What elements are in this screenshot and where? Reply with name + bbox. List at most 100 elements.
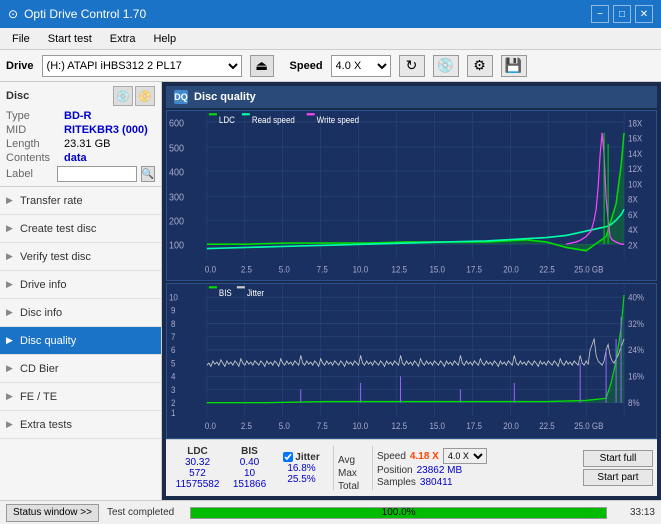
disc-header: Disc 💿 📀 (6, 86, 155, 106)
svg-text:Write speed: Write speed (317, 115, 360, 125)
titlebar-controls: − □ ✕ (591, 5, 653, 23)
stats-bis-total: 151866 (233, 479, 266, 490)
sidebar-item-disc-info[interactable]: ▶ Disc info (0, 299, 161, 327)
nav-arrow: ▶ (6, 223, 13, 234)
svg-text:18X: 18X (628, 118, 643, 128)
position-value: 23862 MB (417, 465, 463, 476)
disc-label-input[interactable] (57, 166, 137, 182)
sidebar-item-cd-bier[interactable]: ▶ CD Bier (0, 355, 161, 383)
speed-select[interactable]: 4.0 X (443, 448, 487, 464)
start-part-button[interactable]: Start part (583, 469, 653, 486)
menu-extra[interactable]: Extra (102, 31, 144, 47)
drivebar: Drive (H:) ATAPI iHBS312 2 PL17 ⏏ Speed … (0, 50, 661, 82)
svg-text:17.5: 17.5 (466, 421, 482, 431)
start-full-button[interactable]: Start full (583, 450, 653, 467)
svg-text:22.5: 22.5 (539, 421, 555, 431)
svg-text:8X: 8X (628, 194, 638, 204)
jitter-checkbox[interactable] (283, 452, 293, 462)
stats-label-avg: Avg (338, 455, 368, 468)
disc-type-row: Type BD-R (6, 110, 155, 122)
settings-icon-button[interactable]: ⚙ (467, 55, 493, 77)
svg-text:9: 9 (171, 305, 176, 315)
disc-icon-2[interactable]: 📀 (135, 86, 155, 106)
status-text: Test completed (107, 507, 174, 518)
app-icon: ⊙ (8, 7, 18, 21)
svg-text:12.5: 12.5 (392, 264, 408, 274)
disc-contents-key: Contents (6, 152, 64, 164)
nav-arrow: ▶ (6, 251, 13, 262)
stats-jitter-avg: 16.8% (287, 463, 315, 474)
progress-bar-container: 100.0% (190, 507, 607, 519)
disc-length-val: 23.31 GB (64, 138, 110, 150)
svg-text:5.0: 5.0 (279, 421, 290, 431)
menu-file[interactable]: File (4, 31, 38, 47)
svg-text:16%: 16% (628, 371, 644, 381)
nav-label-disc-quality: Disc quality (20, 335, 76, 347)
stats-right-info: Speed 4.18 X 4.0 X Position 23862 MB Sam… (377, 448, 487, 488)
stats-label-header (338, 442, 368, 455)
disc-length-key: Length (6, 138, 64, 150)
stats-ldc-avg: 30.32 (185, 457, 210, 468)
disc-mid-row: MID RITEKBR3 (000) (6, 124, 155, 136)
sidebar-item-verify-test-disc[interactable]: ▶ Verify test disc (0, 243, 161, 271)
svg-text:10X: 10X (628, 179, 643, 189)
stats-divider-2 (372, 446, 373, 490)
start-buttons: Start full Start part (583, 450, 653, 486)
svg-text:2.5: 2.5 (241, 421, 252, 431)
svg-text:LDC: LDC (219, 115, 235, 125)
status-window-button[interactable]: Status window >> (6, 504, 99, 522)
stats-divider-1 (333, 446, 334, 490)
samples-label: Samples (377, 477, 416, 488)
disc-contents-val: data (64, 152, 87, 164)
svg-text:4: 4 (171, 371, 176, 381)
svg-text:10.0: 10.0 (353, 264, 369, 274)
stats-ldc-max: 572 (189, 468, 206, 479)
svg-text:3: 3 (171, 385, 176, 395)
svg-text:20.0: 20.0 (503, 421, 519, 431)
drive-select[interactable]: (H:) ATAPI iHBS312 2 PL17 (42, 55, 242, 77)
close-button[interactable]: ✕ (635, 5, 653, 23)
nav-arrow: ▶ (6, 419, 13, 430)
nav-arrow: ▶ (6, 195, 13, 206)
stats-jitter-max: 25.5% (287, 474, 315, 485)
position-row: Position 23862 MB (377, 465, 487, 476)
svg-text:1: 1 (171, 408, 176, 418)
menu-start-test[interactable]: Start test (40, 31, 100, 47)
nav-arrow: ▶ (6, 391, 13, 402)
svg-text:7.5: 7.5 (317, 264, 328, 274)
status-time: 33:13 (615, 507, 655, 518)
svg-text:300: 300 (169, 191, 184, 202)
disc-label-row: Label 🔍 (6, 166, 155, 182)
save-icon-button[interactable]: 💾 (501, 55, 527, 77)
sidebar-item-fe-te[interactable]: ▶ FE / TE (0, 383, 161, 411)
disc-mid-val: RITEKBR3 (000) (64, 124, 148, 136)
minimize-button[interactable]: − (591, 5, 609, 23)
svg-text:22.5: 22.5 (539, 264, 555, 274)
disc-label-button[interactable]: 🔍 (141, 166, 155, 182)
svg-text:12X: 12X (628, 164, 643, 174)
svg-text:16X: 16X (628, 133, 643, 143)
svg-text:400: 400 (169, 166, 184, 177)
svg-text:600: 600 (169, 117, 184, 128)
nav-label-transfer-rate: Transfer rate (20, 195, 83, 207)
chart-icon: DQ (174, 90, 188, 104)
sidebar-item-extra-tests[interactable]: ▶ Extra tests (0, 411, 161, 439)
sidebar-item-drive-info[interactable]: ▶ Drive info (0, 271, 161, 299)
sidebar-item-create-test-disc[interactable]: ▶ Create test disc (0, 215, 161, 243)
disc-icon-1[interactable]: 💿 (113, 86, 133, 106)
speed-select[interactable]: 4.0 X (331, 55, 391, 77)
svg-text:6X: 6X (628, 210, 638, 220)
left-panel: Disc 💿 📀 Type BD-R MID RITEKBR3 (000) Le… (0, 82, 162, 500)
sidebar-item-disc-quality[interactable]: ▶ Disc quality (0, 327, 161, 355)
refresh-icon-button[interactable]: ↻ (399, 55, 425, 77)
svg-text:2X: 2X (628, 240, 638, 250)
sidebar-item-transfer-rate[interactable]: ▶ Transfer rate (0, 187, 161, 215)
menu-help[interactable]: Help (145, 31, 184, 47)
svg-text:25.0 GB: 25.0 GB (574, 264, 604, 274)
maximize-button[interactable]: □ (613, 5, 631, 23)
stats-jitter: Jitter 16.8% 25.5% (274, 452, 329, 485)
drive-label: Drive (6, 60, 34, 72)
eject-button[interactable]: ⏏ (250, 55, 274, 77)
disc-icon-button[interactable]: 💿 (433, 55, 459, 77)
nav-label-create-test-disc: Create test disc (20, 223, 96, 235)
